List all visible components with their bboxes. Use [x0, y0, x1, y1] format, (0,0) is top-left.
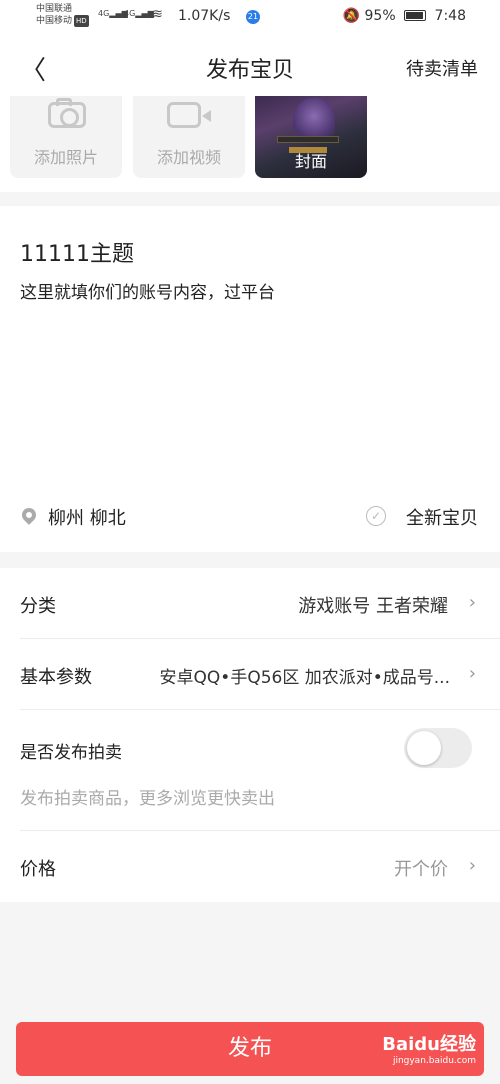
wifi-icon: ≋	[152, 7, 163, 22]
battery-icon	[404, 10, 427, 21]
check-circle-icon[interactable]: ✓	[366, 506, 386, 526]
category-value: 游戏账号 王者荣耀	[298, 596, 448, 617]
location-selector[interactable]: 柳州 柳北	[48, 504, 126, 530]
nav-bar: 〈 发布宝贝 待卖清单	[0, 34, 500, 96]
watermark-brand: Baidu经验	[382, 1034, 476, 1055]
camera-icon	[48, 98, 86, 128]
signal-2-icon: 4G▂▄▆	[124, 9, 154, 18]
details-list: 分类 游戏账号 王者荣耀 › 基本参数 安卓QQ•手Q56区 加农派对•成品号.…	[0, 568, 500, 902]
clock: 7:48	[434, 8, 466, 24]
media-section: 添加照片 添加视频 封面	[0, 96, 500, 192]
battery-percent: 95%	[364, 8, 396, 24]
status-right: 🔕 95% 7:48	[343, 8, 466, 24]
baidu-watermark: Baidu经验 jingyan.baidu.com	[382, 1030, 476, 1066]
carrier-2: 中国移动	[36, 16, 73, 26]
chevron-right-icon: ›	[468, 592, 476, 613]
carrier-1: 中国联通	[36, 4, 73, 14]
signal-1-label: 4G	[98, 9, 110, 18]
params-label: 基本参数	[20, 667, 92, 688]
params-value: 安卓QQ•手Q56区 加农派对•成品号...	[159, 668, 450, 688]
add-video-button[interactable]: 添加视频	[133, 96, 245, 178]
item-description-input[interactable]: 这里就填你们的账号内容，过平台	[20, 278, 275, 303]
add-video-label: 添加视频	[156, 148, 221, 167]
signal-2-label: 4G	[124, 9, 136, 18]
cover-label: 封面	[294, 152, 327, 171]
location-icon	[19, 505, 39, 525]
auction-toggle[interactable]	[404, 728, 472, 768]
pending-list-button[interactable]: 待卖清单	[406, 55, 478, 81]
price-row[interactable]: 价格 开个价 ›	[0, 831, 500, 901]
item-content: 11111主题 这里就填你们的账号内容，过平台 柳州 柳北 ✓ 全新宝贝	[0, 206, 500, 552]
auction-row: 是否发布拍卖 发布拍卖商品，更多浏览更快卖出	[0, 710, 500, 830]
condition-selector[interactable]: 全新宝贝	[406, 504, 478, 530]
chevron-right-icon: ›	[468, 855, 476, 876]
item-title-input[interactable]: 11111主题	[20, 236, 134, 268]
add-photo-button[interactable]: 添加照片	[10, 96, 122, 178]
auction-label: 是否发布拍卖	[20, 743, 122, 763]
add-photo-label: 添加照片	[33, 148, 98, 167]
chevron-right-icon: ›	[468, 663, 476, 684]
auction-description: 发布拍卖商品，更多浏览更快卖出	[20, 789, 275, 809]
category-label: 分类	[20, 596, 56, 617]
mute-icon: 🔕	[342, 8, 361, 24]
video-camera-icon	[167, 102, 211, 128]
price-label: 价格	[20, 859, 56, 880]
cover-image[interactable]: 封面	[255, 96, 367, 178]
cover-artwork-bar	[277, 136, 339, 143]
params-row[interactable]: 基本参数 安卓QQ•手Q56区 加农派对•成品号... ›	[0, 639, 500, 709]
category-row[interactable]: 分类 游戏账号 王者荣耀 ›	[0, 568, 500, 638]
notification-icon: 21	[246, 10, 260, 24]
price-value: 开个价	[394, 859, 448, 880]
hd-badge: HD	[74, 15, 89, 27]
status-bar: 中国联通 中国移动 HD 4G▂▄▆ 4G▂▄▆ ≋ 1.07K/s 21 🔕 9…	[0, 0, 500, 34]
watermark-url: jingyan.baidu.com	[392, 1056, 476, 1066]
network-speed: 1.07K/s	[178, 8, 231, 24]
carrier-info: 中国联通 中国移动 HD	[36, 3, 89, 27]
